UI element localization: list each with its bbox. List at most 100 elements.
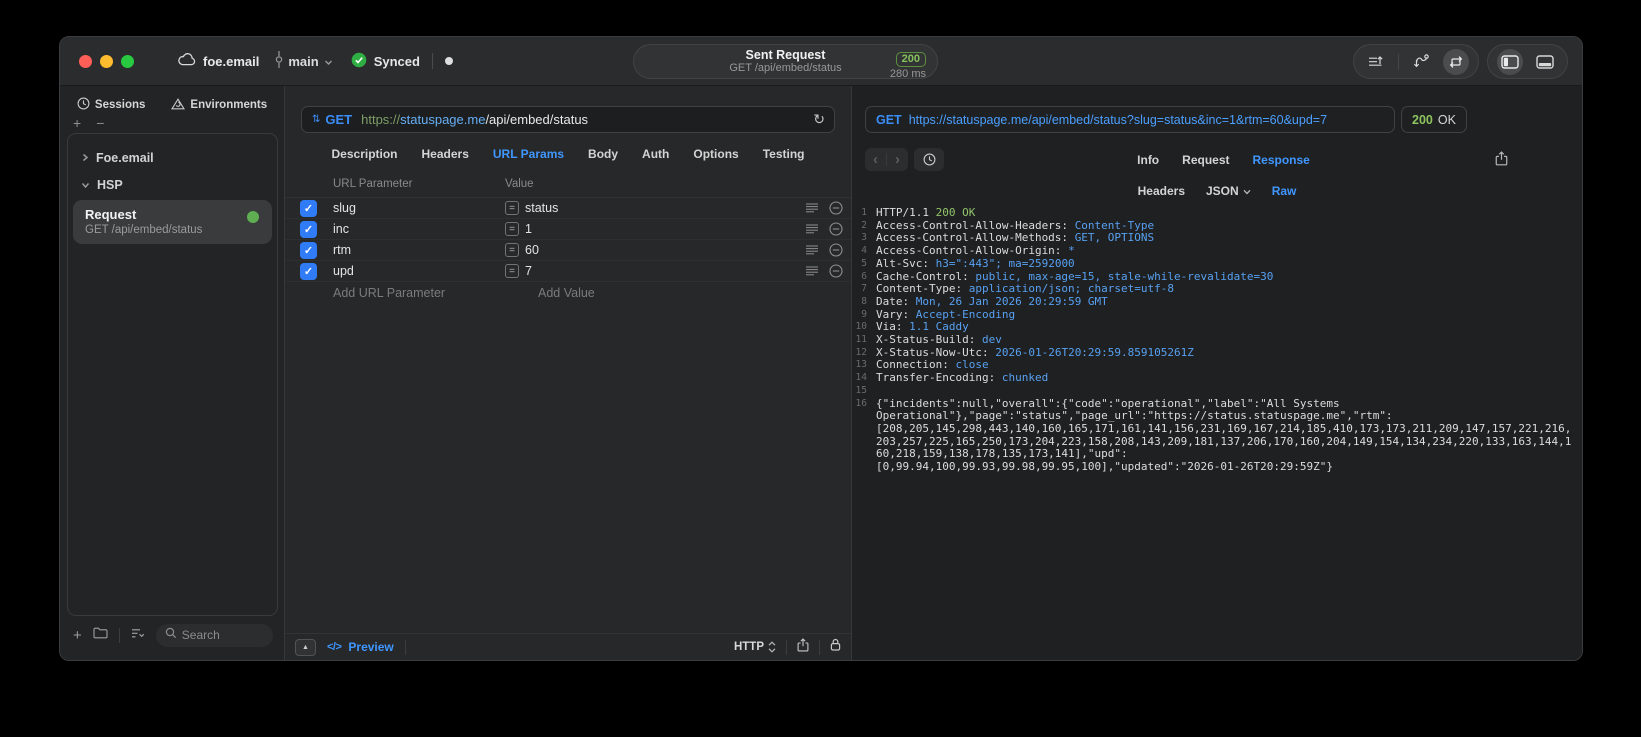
param-name[interactable]: rtm (333, 243, 505, 257)
request-list-item-selected[interactable]: Request GET /api/embed/status (73, 200, 272, 244)
back-button[interactable]: ‹ (873, 152, 878, 167)
header-value: dev (981, 333, 1002, 347)
preview-button[interactable]: </> Preview (327, 640, 394, 654)
param-value[interactable]: status (525, 201, 806, 215)
history-button[interactable] (914, 148, 944, 171)
remove-row-icon[interactable] (829, 222, 843, 236)
tab-auth[interactable]: Auth (642, 147, 669, 161)
branch-selector[interactable]: main (275, 51, 332, 71)
toggle-sidebar-button[interactable] (1497, 48, 1523, 75)
code-plain: [208,205,145,298,443,140,160,165,171,161… (876, 421, 1572, 435)
tab-body[interactable]: Body (588, 147, 618, 161)
search-input[interactable] (181, 628, 264, 642)
response-subtab-json[interactable]: JSON (1206, 184, 1251, 198)
row-options-icon[interactable] (806, 266, 818, 276)
request-summary-pill[interactable]: Sent Request GET /api/embed/status 200 2… (633, 44, 938, 80)
tab-headers[interactable]: Headers (422, 147, 469, 161)
environments-icon (171, 97, 186, 113)
param-checkbox[interactable]: ✓ (300, 241, 317, 259)
row-options-icon[interactable] (806, 245, 818, 255)
code-plain: Access-Control-Allow-Headers: (876, 218, 1075, 232)
response-tab-request[interactable]: Request (1182, 153, 1229, 167)
sync-status[interactable]: Synced (351, 52, 420, 71)
sent-request-url-box[interactable]: GET https://statuspage.me/api/embed/stat… (865, 106, 1395, 133)
titlebar-divider (431, 53, 433, 69)
param-value[interactable]: 1 (525, 222, 806, 236)
new-folder-icon[interactable] (93, 626, 108, 644)
add-param-value[interactable]: Add Value (538, 286, 595, 300)
chevron-down-icon (1243, 189, 1251, 195)
remove-row-icon[interactable] (829, 243, 843, 257)
add-session-button[interactable]: + (73, 116, 81, 132)
code-line: [0,99.94,100,99.93,99.98,99.95,100],"upd… (854, 460, 1582, 474)
response-nav-row: ‹ › Info Request Response (865, 148, 1582, 171)
param-checkbox[interactable]: ✓ (300, 199, 317, 217)
close-window-button[interactable] (79, 54, 92, 68)
sort-filter-icon[interactable] (131, 626, 145, 644)
chevron-down-icon (324, 54, 333, 69)
response-subtab-raw[interactable]: Raw (1272, 184, 1297, 198)
lock-icon[interactable] (830, 638, 841, 656)
add-request-button[interactable]: + (73, 628, 82, 643)
tab-options-label: Options (693, 147, 739, 161)
param-name[interactable]: inc (333, 222, 505, 236)
tree-group-foe-email[interactable]: Foe.email (68, 145, 277, 172)
protocol-selector[interactable]: HTTP (734, 641, 776, 653)
param-name[interactable]: slug (333, 201, 505, 215)
tab-url-params[interactable]: URL Params (493, 147, 564, 161)
params-rows: ✓ slug = status ✓ inc = 1 ✓ rtm = 60 ✓ upd = 7 (285, 198, 851, 282)
response-tab-info[interactable]: Info (1137, 153, 1159, 167)
header-value: Content-Type (1074, 218, 1155, 232)
tab-options[interactable]: Options (693, 147, 738, 161)
toggle-bottom-panel-button[interactable] (1532, 49, 1558, 75)
tab-environments[interactable]: Environments (171, 97, 267, 113)
header-value: 1.1 Caddy (909, 320, 969, 334)
param-value[interactable]: 7 (525, 264, 806, 278)
tab-testing[interactable]: Testing (763, 147, 805, 161)
request-url-bar[interactable]: ⇅ GET https://statuspage.me/api/embed/st… (301, 106, 835, 133)
tab-description[interactable]: Description (332, 147, 398, 161)
param-checkbox[interactable]: ✓ (300, 262, 317, 280)
sidebar-search[interactable] (155, 623, 273, 647)
layout-controls-group (1487, 44, 1568, 79)
expand-panel-button[interactable]: ▲ (295, 638, 316, 656)
tab-environments-label: Environments (190, 99, 268, 111)
response-subtab-json-label: JSON (1206, 184, 1239, 198)
add-param-row[interactable]: Add URL Parameter Add Value (285, 282, 851, 303)
header-value: close (955, 358, 989, 372)
code-text: [0,99.94,100,99.93,99.98,99.95,100],"upd… (867, 460, 1333, 474)
synced-check-icon (351, 52, 367, 71)
add-param-name[interactable]: Add URL Parameter (333, 286, 538, 300)
response-subtab-headers[interactable]: Headers (1138, 184, 1185, 198)
remove-session-button[interactable]: − (96, 116, 104, 132)
clock-icon (77, 97, 90, 113)
param-name[interactable]: upd (333, 264, 505, 278)
tab-sessions[interactable]: Sessions (77, 97, 145, 113)
row-options-icon[interactable] (806, 224, 818, 234)
branch-merge-button[interactable] (1408, 49, 1434, 75)
project-switcher[interactable]: foe.email (178, 53, 259, 69)
share-icon[interactable] (797, 637, 809, 657)
remove-row-icon[interactable] (829, 201, 843, 215)
header-value: h3=":443"; ma=2592000 (935, 256, 1075, 270)
remove-row-icon[interactable] (829, 264, 843, 278)
row-options-icon[interactable] (806, 203, 818, 213)
tab-body-label: Body (588, 147, 619, 161)
preview-label: Preview (348, 640, 394, 654)
code-plain: X-Status-Now-Utc: (876, 345, 996, 359)
export-response-button[interactable] (1495, 151, 1508, 166)
method-label[interactable]: GET (325, 112, 352, 127)
sync-requests-button[interactable] (1443, 48, 1469, 75)
minimize-window-button[interactable] (100, 54, 113, 68)
forward-button[interactable]: › (895, 152, 900, 167)
response-tab-response[interactable]: Response (1252, 153, 1309, 167)
tree-group-hsp[interactable]: HSP (68, 172, 277, 199)
method-stepper-icon[interactable]: ⇅ (312, 114, 320, 125)
header-value: 2026-01-26T20:29:59.859105261Z (995, 345, 1194, 359)
param-checkbox[interactable]: ✓ (300, 220, 317, 238)
param-value[interactable]: 60 (525, 243, 806, 257)
resend-request-icon[interactable]: ↻ (813, 111, 825, 128)
response-raw[interactable]: 1 HTTP/1.1 200 OK 2 Access-Control-Allow-He… (852, 207, 1582, 660)
zoom-window-button[interactable] (121, 54, 134, 68)
request-list-button[interactable] (1363, 49, 1389, 75)
